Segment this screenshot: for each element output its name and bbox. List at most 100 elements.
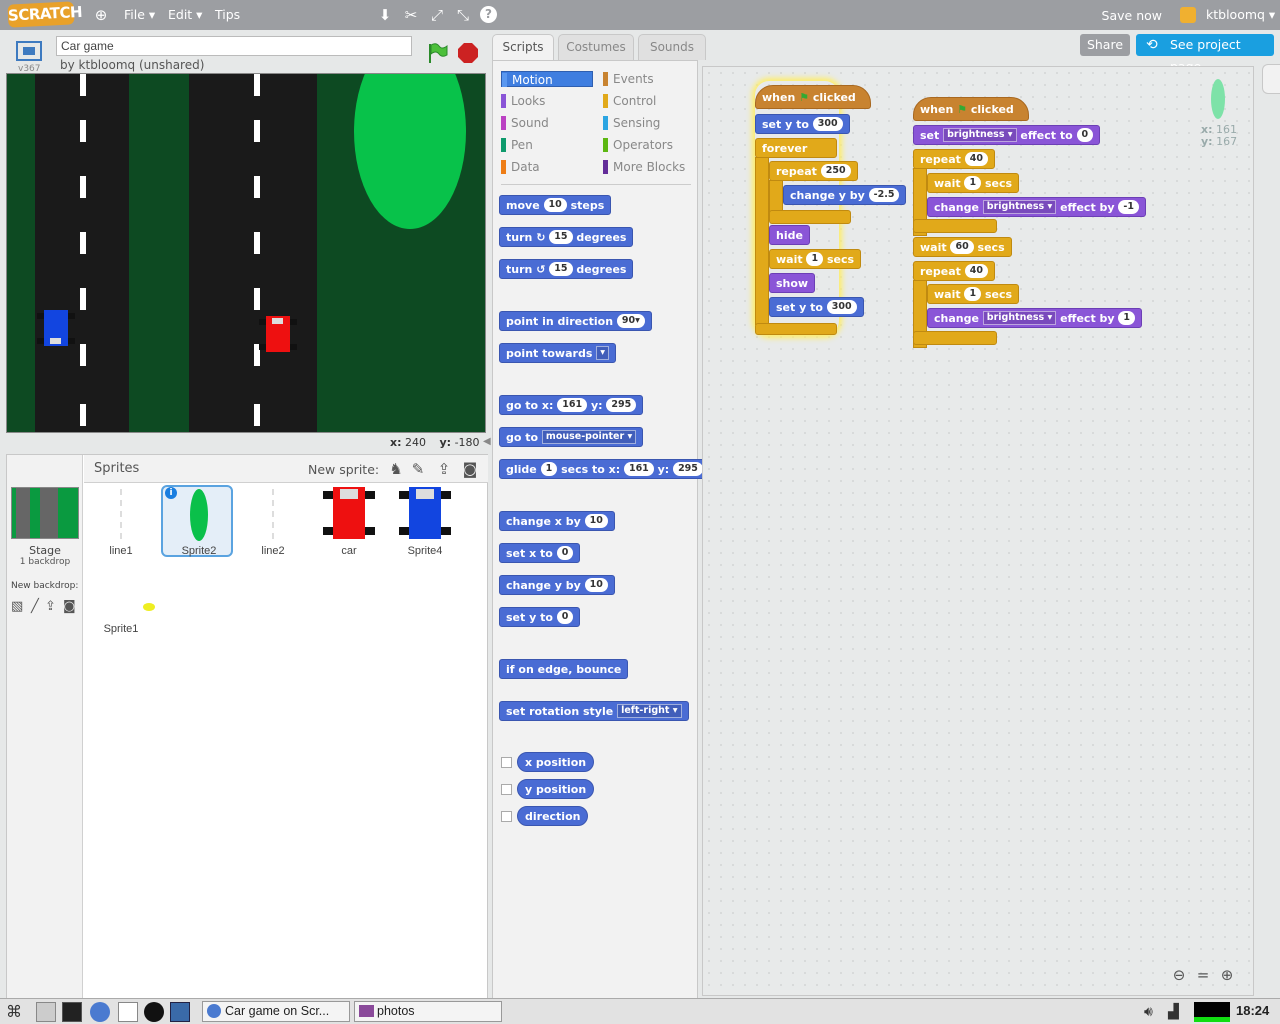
category-more-blocks[interactable]: More Blocks <box>603 159 685 175</box>
block-set-y[interactable]: set y to 0 <box>499 607 581 627</box>
block-bounce[interactable]: if on edge, bounce <box>499 659 629 679</box>
user-folder-icon[interactable] <box>1180 7 1196 23</box>
reporter-x-position[interactable]: x position <box>517 752 595 772</box>
block-change-y[interactable]: change y by 10 <box>499 575 615 595</box>
category-operators[interactable]: Operators <box>603 137 673 153</box>
project-title-input[interactable]: Car game <box>56 36 412 56</box>
camera-backdrop-icon[interactable]: ◙ <box>63 599 79 614</box>
y-position-checkbox[interactable] <box>501 784 512 795</box>
block-turn-left[interactable]: turn ↺ 15 degrees <box>499 259 634 279</box>
text-editor-icon[interactable] <box>118 1002 138 1022</box>
info-icon[interactable]: i <box>165 487 177 499</box>
tab-scripts[interactable]: Scripts <box>492 34 554 60</box>
green-bush-sprite[interactable] <box>354 74 466 229</box>
script2-wait-1[interactable]: wait 1 secs <box>927 173 1020 193</box>
red-car-sprite[interactable] <box>259 316 297 354</box>
category-sensing[interactable]: Sensing <box>603 115 660 131</box>
category-data[interactable]: Data <box>501 159 540 175</box>
script1-wait[interactable]: wait 1 secs <box>769 249 862 269</box>
help-sidebar-tab[interactable] <box>1262 64 1280 94</box>
network-signal-icon[interactable]: ▟ <box>1168 1002 1188 1022</box>
script2-when-flag-clicked[interactable]: when ⚑ clicked <box>913 97 1029 121</box>
scripts-workspace[interactable]: when ⚑ clicked set y to 300 forever repe… <box>702 66 1254 996</box>
block-point-towards[interactable]: point towards ▾ <box>499 343 616 363</box>
media-player-icon[interactable] <box>144 1002 164 1022</box>
script2-wait-60[interactable]: wait 60 secs <box>913 237 1012 257</box>
globe-icon[interactable]: ⊕ <box>92 6 110 24</box>
camera-sprite-icon[interactable]: ◙ <box>460 459 480 479</box>
x-position-checkbox[interactable] <box>501 757 512 768</box>
block-glide[interactable]: glide 1 secs to x: 161 y: 295 <box>499 459 710 479</box>
block-set-x[interactable]: set x to 0 <box>499 543 581 563</box>
tips-menu[interactable]: Tips <box>215 7 240 22</box>
block-change-x[interactable]: change x by 10 <box>499 511 615 531</box>
save-now-link[interactable]: Save now <box>1102 8 1162 23</box>
desktop-icon[interactable] <box>170 1002 190 1022</box>
script1-hide[interactable]: hide <box>769 225 810 245</box>
category-pen[interactable]: Pen <box>501 137 533 153</box>
upload-backdrop-icon[interactable]: ⇪ <box>45 599 61 614</box>
upload-sprite-icon[interactable]: ⇪ <box>434 459 454 479</box>
shrink-icon[interactable]: ⤡ <box>454 6 472 24</box>
taskbar-window-browser[interactable]: Car game on Scr... <box>202 1001 350 1022</box>
sprite-tile-sprite4[interactable]: Sprite4 <box>389 485 461 557</box>
see-project-page-button[interactable]: ⟲ See project page <box>1136 34 1274 74</box>
reporter-y-position[interactable]: y position <box>517 779 595 799</box>
block-move-steps[interactable]: move 10 steps <box>499 195 612 215</box>
terminal-icon[interactable] <box>62 1002 82 1022</box>
block-goto-xy[interactable]: go to x: 161 y: 295 <box>499 395 644 415</box>
block-rotation-style[interactable]: set rotation style left-right ▾ <box>499 701 689 721</box>
backdrop-library-icon[interactable]: ▧ <box>11 599 27 614</box>
taskbar-window-photos[interactable]: photos <box>354 1001 502 1022</box>
zoom-out-icon[interactable]: ⊖ <box>1169 965 1189 985</box>
grow-icon[interactable]: ⤢ <box>428 6 446 24</box>
script2-change-effect-1[interactable]: change brightness ▾ effect by -1 <box>927 197 1146 217</box>
cut-scissors-icon[interactable]: ✂ <box>402 6 420 24</box>
category-control[interactable]: Control <box>603 93 656 109</box>
green-flag-icon[interactable] <box>426 42 448 64</box>
script2-set-effect[interactable]: set brightness ▾ effect to 0 <box>913 125 1101 145</box>
username-menu[interactable]: ktbloomq ▾ <box>1206 7 1275 22</box>
file-menu[interactable]: File ▾ <box>124 7 155 22</box>
tab-sounds[interactable]: Sounds <box>638 34 706 60</box>
sprite-library-icon[interactable]: ♞ <box>386 459 406 479</box>
block-turn-right[interactable]: turn ↻ 15 degrees <box>499 227 634 247</box>
volume-icon[interactable]: 🔊︎ <box>1144 1002 1164 1022</box>
script1-set-y[interactable]: set y to 300 <box>755 114 850 134</box>
direction-checkbox[interactable] <box>501 811 512 822</box>
category-events[interactable]: Events <box>603 71 654 87</box>
script1-repeat[interactable]: repeat 250 <box>769 161 858 181</box>
stop-sign-icon[interactable] <box>458 43 478 63</box>
stage-thumbnail[interactable] <box>11 487 79 539</box>
start-menu-icon[interactable]: ⌘ <box>6 1002 26 1022</box>
stage-canvas[interactable] <box>6 73 486 433</box>
script2-repeat-2[interactable]: repeat 40 <box>913 261 995 281</box>
file-manager-icon[interactable] <box>36 1002 56 1022</box>
browser-icon[interactable] <box>90 1002 110 1022</box>
block-goto[interactable]: go to mouse-pointer ▾ <box>499 427 644 447</box>
scratch-logo[interactable]: SCRATCH <box>7 1 82 28</box>
reporter-direction[interactable]: direction <box>517 806 589 826</box>
script1-set-y-2[interactable]: set y to 300 <box>769 297 864 317</box>
share-button[interactable]: Share <box>1080 34 1130 56</box>
presentation-mode-icon[interactable] <box>16 41 42 61</box>
sprite-tile-line1[interactable]: line1 <box>85 485 157 557</box>
script2-repeat-1[interactable]: repeat 40 <box>913 149 995 169</box>
script2-wait-2[interactable]: wait 1 secs <box>927 284 1020 304</box>
sprite-tile-sprite1[interactable]: Sprite1 <box>85 563 157 635</box>
edit-menu[interactable]: Edit ▾ <box>168 7 202 22</box>
paint-backdrop-icon[interactable]: ╱ <box>31 599 45 614</box>
zoom-in-icon[interactable]: ⊕ <box>1217 965 1237 985</box>
block-point-direction[interactable]: point in direction 90▾ <box>499 311 652 331</box>
sprite-tile-line2[interactable]: line2 <box>237 485 309 557</box>
paint-sprite-icon[interactable]: ✎ <box>408 459 428 479</box>
category-looks[interactable]: Looks <box>501 93 545 109</box>
script2-change-effect-2[interactable]: change brightness ▾ effect by 1 <box>927 308 1143 328</box>
script1-forever[interactable]: forever <box>755 138 837 158</box>
script1-show[interactable]: show <box>769 273 816 293</box>
stage-selector[interactable]: Stage 1 backdrop New backdrop: ▧ ╱ ⇪ ◙ <box>7 455 83 999</box>
collapse-stage-arrow-icon[interactable]: ◀ <box>483 436 491 450</box>
duplicate-stamp-icon[interactable]: ⬇ <box>376 6 394 24</box>
zoom-reset-icon[interactable]: = <box>1193 965 1213 985</box>
sprite-tile-sprite2[interactable]: i Sprite2 <box>161 485 233 557</box>
